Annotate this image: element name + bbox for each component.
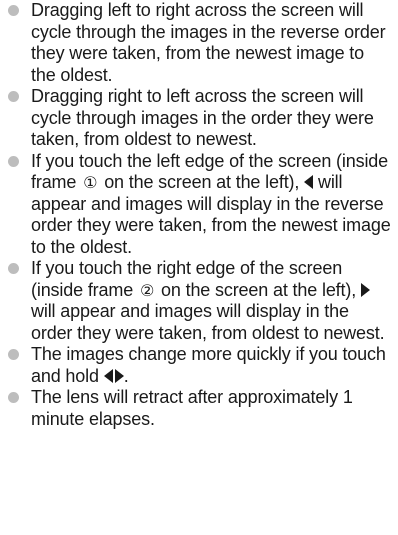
frame-1-marker: ① [83,173,98,192]
list-item: If you touch the left edge of the screen… [4,151,392,259]
bullet-text-part: will appear and images will display in t… [31,301,385,343]
right-triangle-icon [114,368,124,383]
bullet-icon [8,91,19,102]
bullet-icon [8,5,19,16]
left-triangle-icon [103,368,113,383]
manual-page: Dragging left to right across the screen… [0,0,398,535]
list-item: If you touch the right edge of the scree… [4,258,392,344]
left-triangle-icon [304,175,314,189]
bullet-icon [8,349,19,360]
bullet-icon [8,392,19,403]
bullet-text-part: on the screen at the left), [161,279,357,300]
bullet-text-part: . [123,365,129,386]
left-right-triangles-icon [103,366,124,388]
bullet-text: The lens will retract after approximatel… [31,387,353,429]
bullet-icon [8,263,19,274]
list-item: The images change more quickly if you to… [4,344,392,387]
bullet-text: Dragging left to right across the screen… [31,0,386,85]
frame-2-marker: ② [139,280,155,300]
bullet-list: Dragging left to right across the screen… [4,0,392,430]
bullet-text-part: The images change more quickly if you to… [31,344,386,386]
list-item: Dragging right to left across the screen… [4,86,392,151]
list-item: The lens will retract after approximatel… [4,387,392,430]
list-item: Dragging left to right across the screen… [4,0,392,86]
bullet-text: Dragging right to left across the screen… [31,86,374,149]
right-triangle-icon [360,282,370,297]
bullet-text-part: on the screen at the left), [104,172,300,192]
bullet-icon [8,155,19,167]
